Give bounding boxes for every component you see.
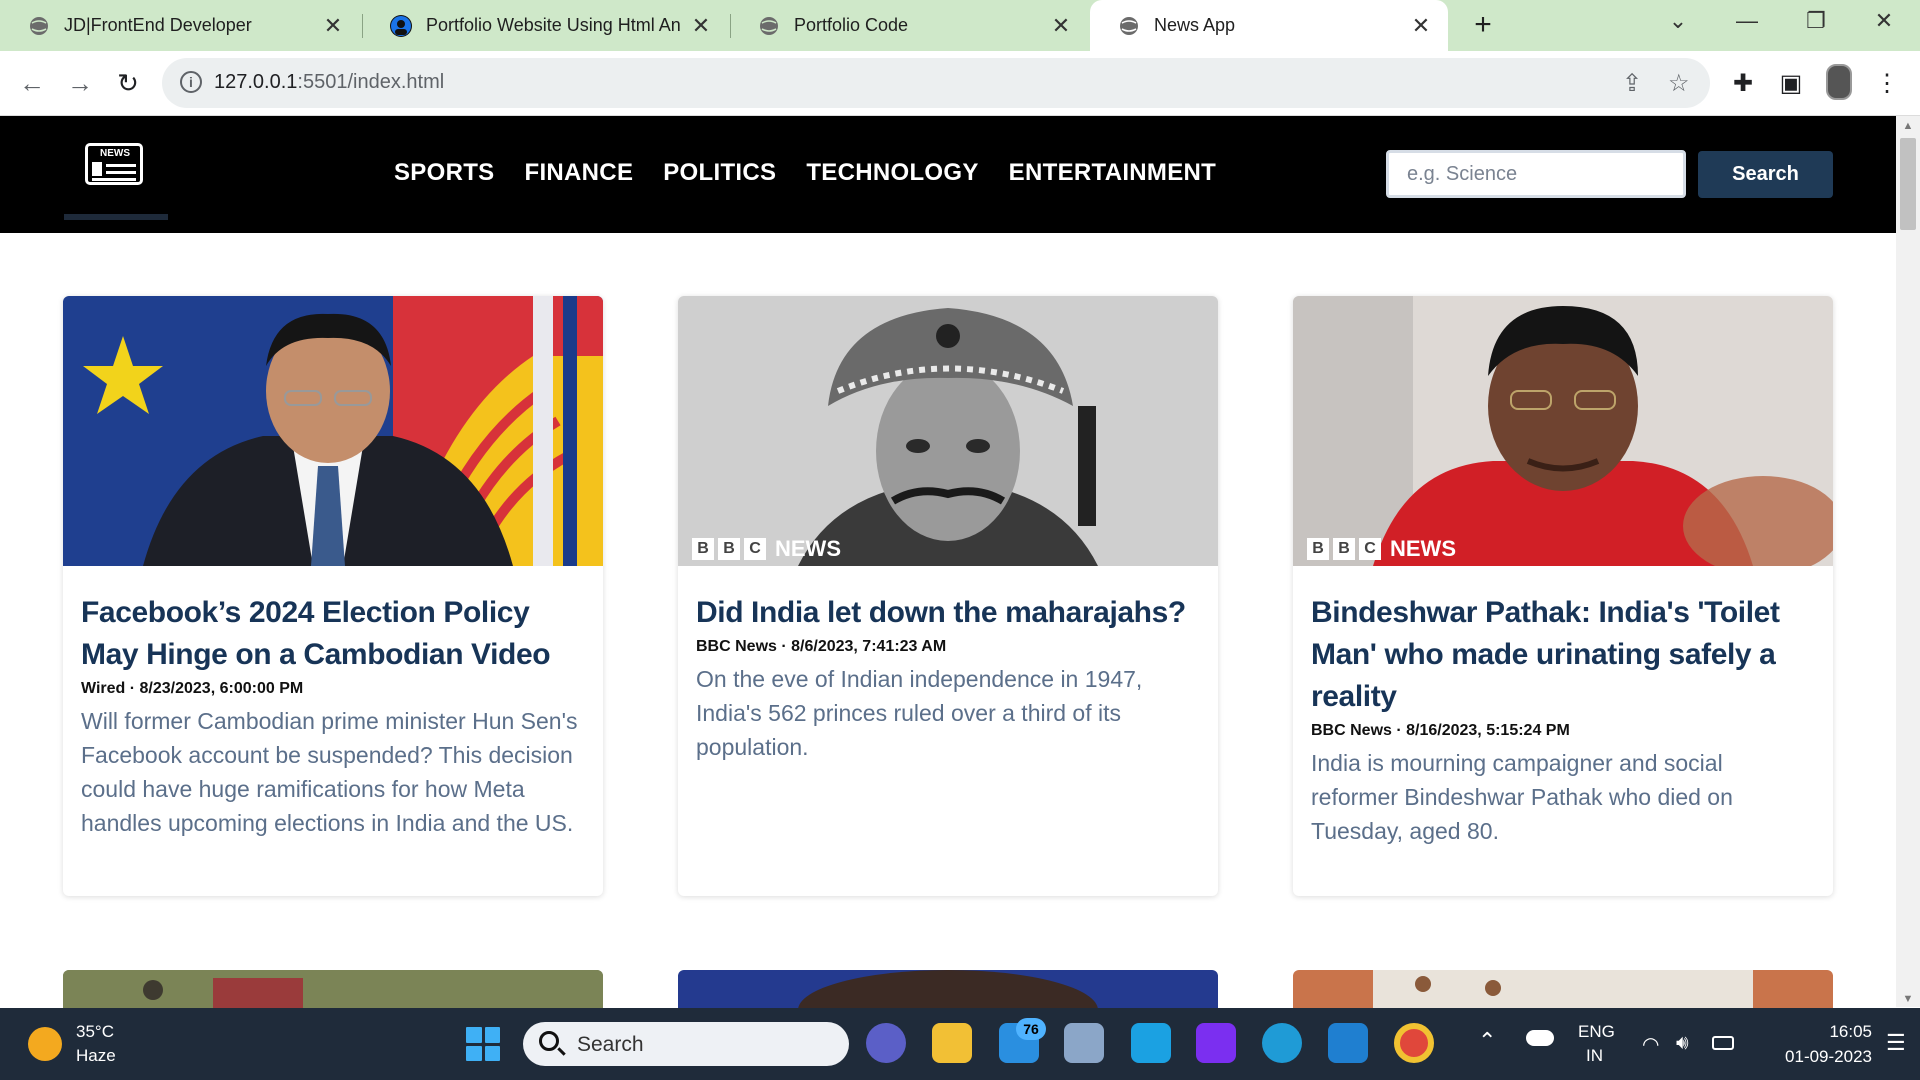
language-eng[interactable]: ENG [1578, 1022, 1615, 1042]
article-title[interactable]: Bindeshwar Pathak: India's 'Toilet Man' … [1311, 592, 1815, 718]
browser-tab-active[interactable]: News App ✕ [1090, 0, 1448, 51]
teams-chat-icon[interactable] [866, 1023, 906, 1063]
clock-time[interactable]: 16:05 [1812, 1022, 1872, 1042]
browser-tab-1[interactable]: JD|FrontEnd Developer ✕ [0, 0, 360, 51]
news-card-partial[interactable] [678, 970, 1218, 1010]
browser-tab-3[interactable]: Portfolio Code ✕ [730, 0, 1088, 51]
weather-haze-icon[interactable] [28, 1027, 62, 1061]
intellij-icon[interactable] [1196, 1023, 1236, 1063]
side-panel-icon[interactable]: ▣ [1776, 69, 1806, 98]
tab-title: JD|FrontEnd Developer [64, 15, 252, 35]
close-window-button[interactable]: ✕ [1864, 8, 1904, 34]
search-input[interactable] [1386, 150, 1686, 198]
nav-link-politics[interactable]: POLITICS [663, 159, 776, 187]
myhp-icon[interactable] [1131, 1023, 1171, 1063]
url-text[interactable]: 127.0.0.1:5501/index.html [214, 71, 444, 94]
battery-icon[interactable] [1712, 1036, 1734, 1050]
globe-icon [28, 15, 50, 37]
extensions-icon[interactable]: ✚ [1728, 69, 1758, 98]
category-links: SPORTS FINANCE POLITICS TECHNOLOGY ENTER… [394, 159, 1216, 187]
network-drive-icon[interactable] [1064, 1023, 1104, 1063]
close-icon[interactable]: ✕ [1050, 13, 1072, 39]
onedrive-icon[interactable] [1526, 1030, 1554, 1046]
news-card-partial[interactable] [63, 970, 603, 1010]
close-icon[interactable]: ✕ [322, 13, 344, 39]
windows-taskbar: 35°C Haze Search 76 ⌃ ENG IN ◠ 🔊︎ 16:05 … [0, 1008, 1920, 1080]
nav-link-entertainment[interactable]: ENTERTAINMENT [1009, 159, 1216, 187]
tab-title: News App [1154, 15, 1236, 35]
site-navbar: NEWS SPORTS FINANCE POLITICS TECHNOLOGY … [0, 116, 1896, 233]
article-description: India is mourning campaigner and social … [1311, 750, 1733, 844]
tab-title: Portfolio Website Using Html An [426, 15, 681, 35]
bookmark-star-icon[interactable]: ☆ [1668, 69, 1690, 98]
language-region[interactable]: IN [1586, 1046, 1603, 1066]
news-card-partial[interactable] [1293, 970, 1833, 1010]
weather-condition[interactable]: Haze [76, 1046, 116, 1066]
menu-icon[interactable]: ⋮ [1872, 69, 1902, 98]
news-card[interactable]: B B C NEWS Did India let down the mahara… [678, 296, 1218, 896]
article-description: On the eve of Indian independence in 194… [696, 666, 1143, 760]
globe-icon [1118, 15, 1140, 37]
back-icon[interactable]: ← [14, 65, 50, 101]
reload-icon[interactable]: ↻ [110, 65, 146, 101]
chrome-icon[interactable] [1394, 1023, 1434, 1063]
article-source-date: BBC News · 8/16/2023, 5:15:24 PM [1311, 722, 1570, 739]
tab-search-icon[interactable]: ⌄ [1658, 8, 1698, 34]
restore-button[interactable]: ❐ [1796, 8, 1836, 34]
file-explorer-icon[interactable] [932, 1023, 972, 1063]
article-image [63, 296, 603, 566]
news-card[interactable]: Facebook’s 2024 Election Policy May Hing… [63, 296, 603, 896]
article-image: B B C NEWS [678, 296, 1218, 566]
minimize-button[interactable]: — [1727, 8, 1767, 34]
taskbar-search[interactable]: Search [523, 1022, 849, 1066]
browser-tab-strip: JD|FrontEnd Developer ✕ Portfolio Websit… [0, 0, 1920, 51]
new-tab-button[interactable]: + [1466, 8, 1500, 42]
news-card[interactable]: B B C NEWS Bindeshwar Pathak: India's 'T… [1293, 296, 1833, 896]
article-source-date: Wired · 8/23/2023, 6:00:00 PM [81, 680, 304, 697]
article-source-date: BBC News · 8/6/2023, 7:41:23 AM [696, 638, 947, 655]
scroll-up-icon[interactable]: ▲ [1896, 120, 1920, 132]
article-title[interactable]: Facebook’s 2024 Election Policy May Hing… [81, 592, 585, 676]
browser-toolbar: ← → ↻ i 127.0.0.1:5501/index.html ⇪ ☆ ✚ … [0, 51, 1920, 116]
search-button[interactable]: Search [1698, 151, 1833, 198]
browser-tab-2[interactable]: Portfolio Website Using Html An ✕ [362, 0, 728, 51]
article-title[interactable]: Did India let down the maharajahs? [696, 592, 1200, 634]
nav-link-finance[interactable]: FINANCE [524, 159, 633, 187]
close-icon[interactable]: ✕ [1410, 13, 1432, 39]
bbc-news-logo: B B C NEWS [1307, 536, 1456, 562]
mail-unread-badge: 76 [1016, 1018, 1046, 1040]
wifi-icon[interactable]: ◠ [1642, 1032, 1659, 1057]
article-description: Will former Cambodian prime minister Hun… [81, 708, 578, 836]
forward-icon[interactable]: → [62, 65, 98, 101]
bbc-news-logo: B B C NEWS [692, 536, 841, 562]
clock-date[interactable]: 01-09-2023 [1760, 1047, 1872, 1067]
vscode-icon[interactable] [1328, 1023, 1368, 1063]
weather-temperature[interactable]: 35°C [76, 1022, 114, 1042]
scroll-down-icon[interactable]: ▼ [1896, 993, 1920, 1005]
portfolio-icon [390, 14, 412, 37]
globe-icon [758, 15, 780, 37]
news-logo-icon[interactable]: NEWS [85, 143, 143, 185]
search-icon [539, 1031, 559, 1051]
page-scrollbar[interactable]: ▲ ▼ [1896, 116, 1920, 1007]
avatar[interactable] [1826, 64, 1852, 100]
volume-icon[interactable]: 🔊︎ [1676, 1032, 1689, 1055]
show-hidden-icons[interactable]: ⌃ [1478, 1028, 1496, 1054]
tab-title: Portfolio Code [794, 15, 909, 35]
info-icon[interactable]: i [180, 71, 202, 93]
article-image: B B C NEWS [1293, 296, 1833, 566]
share-icon[interactable]: ⇪ [1622, 69, 1642, 98]
logo-underline [64, 214, 168, 220]
address-bar[interactable]: i 127.0.0.1:5501/index.html ⇪ ☆ [162, 58, 1710, 108]
nav-link-technology[interactable]: TECHNOLOGY [806, 159, 978, 187]
windows-start-icon[interactable] [466, 1027, 500, 1061]
close-icon[interactable]: ✕ [690, 13, 712, 39]
notification-icon[interactable]: ☰ [1886, 1030, 1906, 1056]
scrollbar-thumb[interactable] [1900, 138, 1916, 230]
nav-link-sports[interactable]: SPORTS [394, 159, 494, 187]
edge-browser-icon[interactable] [1262, 1023, 1302, 1063]
